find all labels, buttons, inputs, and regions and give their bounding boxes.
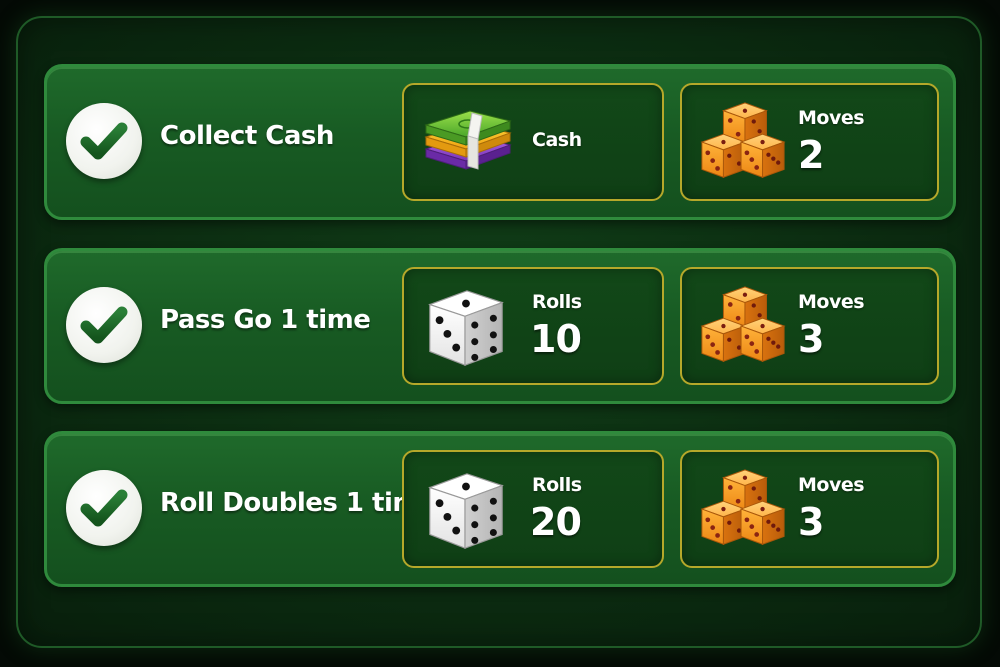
reward-value: 20 <box>530 500 582 544</box>
reward-card: Cash <box>402 83 664 201</box>
reward-title: Rolls <box>532 291 582 313</box>
cost-card: Moves 2 <box>680 83 939 201</box>
orange-dice-stack-icon <box>698 466 788 560</box>
check-icon <box>66 103 142 179</box>
white-die-icon <box>420 466 510 560</box>
cost-card: Moves 3 <box>680 267 939 385</box>
reward-title: Cash <box>532 129 582 151</box>
orange-dice-stack-icon <box>698 283 788 377</box>
task-label: Collect Cash <box>160 121 334 151</box>
task-label: Pass Go 1 time <box>160 305 371 335</box>
cost-title: Moves <box>798 291 865 313</box>
white-die-icon <box>420 283 510 377</box>
cost-value: 3 <box>798 317 824 361</box>
cost-value: 3 <box>798 500 824 544</box>
task-label: Roll Doubles 1 time <box>160 488 437 518</box>
reward-card: Rolls 10 <box>402 267 664 385</box>
reward-card: Rolls 20 <box>402 450 664 568</box>
cash-stack-icon <box>420 99 516 187</box>
reward-title: Rolls <box>532 474 582 496</box>
task-row: Roll Doubles 1 time Rolls 20 Moves 3 <box>44 431 956 587</box>
cost-card: Moves 3 <box>680 450 939 568</box>
task-row: Pass Go 1 time Rolls 10 Moves 3 <box>44 248 956 404</box>
reward-value: 10 <box>530 317 582 361</box>
check-icon <box>66 287 142 363</box>
task-row: Collect Cash Cash Moves 2 <box>44 64 956 220</box>
cost-title: Moves <box>798 107 865 129</box>
cost-value: 2 <box>798 133 824 177</box>
cost-title: Moves <box>798 474 865 496</box>
check-icon <box>66 470 142 546</box>
orange-dice-stack-icon <box>698 99 788 193</box>
